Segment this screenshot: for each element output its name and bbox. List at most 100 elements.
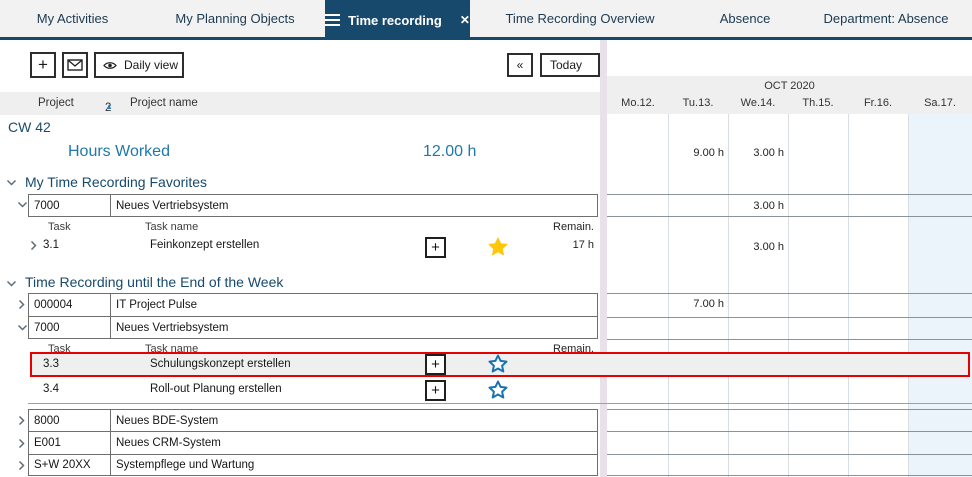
collapse-project-icon[interactable] — [17, 201, 28, 208]
task-name: Roll-out Planung erstellen — [150, 383, 282, 395]
view-mode-button[interactable]: Daily view — [94, 52, 184, 78]
week-group-label: CW 42 — [8, 119, 51, 135]
project-code-cell[interactable]: 000004 — [28, 293, 111, 317]
favorite-star-filled-icon[interactable] — [487, 236, 509, 258]
column-remain: Remain. — [520, 221, 594, 233]
tab-label: Department: Absence — [823, 11, 948, 26]
expand-task-icon[interactable] — [30, 240, 37, 251]
previous-period-button[interactable]: « — [507, 53, 533, 77]
grid-vline — [668, 114, 669, 477]
tab-label: Time recording — [348, 13, 442, 28]
tab-label: Absence — [720, 11, 771, 26]
grid-vline — [788, 114, 789, 477]
task-day-hours: 3.00 h — [728, 241, 784, 253]
collapse-section-icon[interactable] — [6, 280, 17, 287]
weekend-column — [908, 114, 972, 477]
project-code-cell[interactable]: E001 — [28, 431, 111, 455]
favorite-star-outline-icon[interactable] — [487, 353, 509, 375]
grid-hline — [607, 339, 972, 340]
tab-my-activities[interactable]: My Activities — [0, 0, 145, 37]
grid-vline — [728, 114, 729, 477]
grid-hline — [607, 317, 972, 318]
task-remaining-hours: 17 h — [520, 239, 594, 251]
project-code-cell[interactable]: 7000 — [28, 316, 111, 339]
row-separator — [28, 403, 972, 404]
task-name: Feinkonzept erstellen — [150, 239, 259, 251]
mail-button[interactable] — [62, 52, 88, 78]
day-header-fr: Fr.16. — [848, 97, 908, 109]
task-id: 3.3 — [43, 358, 59, 370]
tab-bar: My Activities My Planning Objects Time r… — [0, 0, 972, 37]
task-id: 3.1 — [43, 239, 59, 251]
grid-hline — [607, 216, 972, 217]
project-day-hours: 3.00 h — [728, 200, 784, 212]
section-title-until-eow: Time Recording until the End of the Week — [25, 274, 283, 290]
grid-hline — [607, 194, 972, 195]
menu-icon[interactable] — [325, 14, 340, 26]
tab-time-recording-overview[interactable]: Time Recording Overview — [470, 0, 690, 37]
add-time-entry-button[interactable]: + — [425, 237, 446, 258]
tab-underline — [0, 37, 972, 40]
grid-vline — [908, 114, 909, 477]
grid-hline — [607, 409, 972, 410]
grid-hline — [607, 431, 972, 432]
project-name-cell[interactable]: Neues BDE-System — [110, 409, 598, 432]
project-name-cell[interactable]: Neues CRM-System — [110, 431, 598, 455]
day-header-mo: Mo.12. — [608, 97, 668, 109]
tab-department-absence[interactable]: Department: Absence — [800, 0, 972, 37]
column-project: Project — [38, 97, 74, 109]
grid-hline — [607, 293, 972, 294]
tab-label: My Planning Objects — [175, 11, 294, 26]
hours-worked-label: Hours Worked — [68, 143, 170, 161]
task-name: Schulungskonzept erstellen — [150, 358, 291, 370]
tab-my-planning-objects[interactable]: My Planning Objects — [145, 0, 325, 37]
section-title-favorites: My Time Recording Favorites — [25, 174, 207, 190]
day-header-sa: Sa.17. — [910, 97, 970, 109]
expand-project-icon[interactable] — [18, 415, 25, 426]
sort-asc-icon: ▲ — [105, 102, 113, 111]
envelope-icon — [67, 59, 83, 71]
project-code-cell[interactable]: 8000 — [28, 409, 111, 432]
grid-vline — [848, 114, 849, 477]
expand-project-icon[interactable] — [18, 460, 25, 471]
project-code-cell[interactable]: 7000 — [28, 194, 111, 217]
day-header-th: Th.15. — [788, 97, 848, 109]
view-mode-label: Daily view — [124, 58, 178, 72]
grid-column-header: Project 2▲ Project name — [0, 92, 600, 115]
tab-label: Time Recording Overview — [505, 11, 654, 26]
tab-absence[interactable]: Absence — [690, 0, 800, 37]
add-row-button[interactable]: + — [30, 52, 56, 78]
eye-icon — [103, 61, 117, 70]
hours-worked-total: 12.00 h — [423, 143, 476, 161]
day-header-we: We.14. — [728, 97, 788, 109]
add-time-entry-button[interactable]: + — [425, 354, 446, 375]
tab-label: My Activities — [37, 11, 109, 26]
grid-hline — [607, 454, 972, 455]
hours-worked-tu: 9.00 h — [668, 147, 724, 159]
grid-hline — [607, 475, 972, 476]
calendar-header: OCT 2020 Mo.12. Tu.13. We.14. Th.15. Fr.… — [607, 76, 972, 114]
panel-splitter[interactable] — [600, 40, 607, 477]
tab-time-recording[interactable]: Time recording ✕ — [325, 0, 470, 40]
time-recording-app: My Activities My Planning Objects Time r… — [0, 0, 972, 477]
project-day-hours: 7.00 h — [668, 298, 724, 310]
add-time-entry-button[interactable]: + — [425, 380, 446, 401]
collapse-section-icon[interactable] — [6, 179, 17, 186]
today-button[interactable]: Today — [540, 53, 600, 77]
month-label: OCT 2020 — [607, 80, 972, 92]
hours-worked-we: 3.00 h — [728, 147, 784, 159]
close-icon[interactable]: ✕ — [460, 13, 470, 27]
task-id: 3.4 — [43, 383, 59, 395]
project-name-cell[interactable]: Neues Vertriebsystem — [110, 316, 598, 339]
project-name-cell[interactable]: Systempflege und Wartung — [110, 454, 598, 476]
expand-project-icon[interactable] — [18, 299, 25, 310]
favorite-star-outline-icon[interactable] — [487, 379, 509, 401]
day-header-tu: Tu.13. — [668, 97, 728, 109]
column-project-name: Project name — [130, 97, 198, 109]
project-code-cell[interactable]: S+W 20XX — [28, 454, 111, 476]
collapse-project-icon[interactable] — [17, 324, 28, 331]
project-name-cell[interactable]: Neues Vertriebsystem — [110, 194, 598, 217]
project-name-cell[interactable]: IT Project Pulse — [110, 293, 598, 317]
expand-project-icon[interactable] — [18, 438, 25, 449]
column-task: Task — [48, 221, 71, 233]
